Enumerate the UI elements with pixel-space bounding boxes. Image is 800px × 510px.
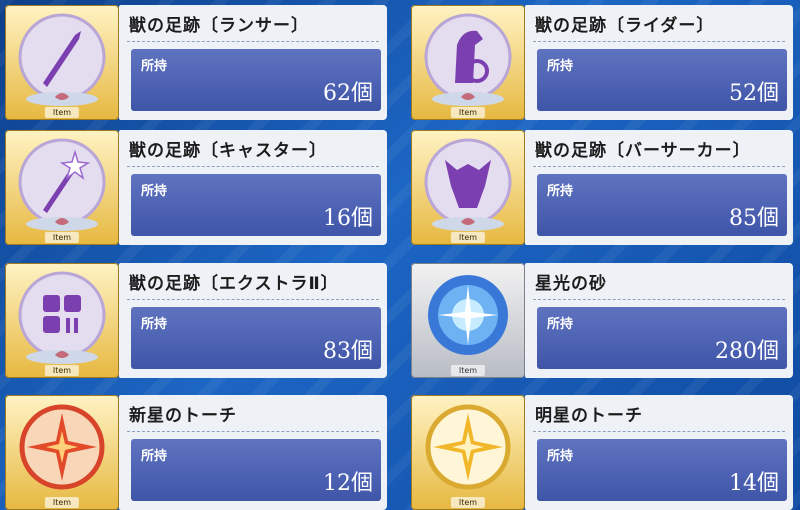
owned-count-bar: 所持 85個 bbox=[537, 174, 787, 236]
divider bbox=[533, 41, 785, 42]
owned-count-bar: 所持 12個 bbox=[131, 439, 381, 501]
item-thumbnail: Item bbox=[5, 263, 119, 378]
item-tag: Item bbox=[44, 497, 80, 508]
item-card-berserker[interactable]: Item 獣の足跡〔バーサーカー〕 所持 85個 bbox=[411, 130, 793, 245]
owned-count-bar: 所持 62個 bbox=[131, 49, 381, 111]
divider bbox=[127, 41, 379, 42]
item-name: 明星のトーチ bbox=[535, 406, 643, 426]
red-torch-icon bbox=[19, 404, 105, 490]
gold-torch-icon bbox=[425, 404, 511, 490]
item-name: 獣の足跡〔エクストラⅡ〕 bbox=[129, 274, 339, 294]
owned-count: 85個 bbox=[729, 206, 779, 231]
owned-label: 所持 bbox=[141, 184, 168, 199]
item-info-panel: 獣の足跡〔エクストラⅡ〕 所持 83個 bbox=[119, 263, 387, 378]
divider bbox=[127, 431, 379, 432]
owned-count-bar: 所持 16個 bbox=[131, 174, 381, 236]
owned-label: 所持 bbox=[547, 317, 574, 332]
owned-count: 14個 bbox=[729, 471, 779, 496]
spear-icon bbox=[18, 13, 106, 106]
owned-count: 16個 bbox=[323, 206, 373, 231]
item-name: 獣の足跡〔バーサーカー〕 bbox=[535, 141, 751, 161]
item-info-panel: 獣の足跡〔ライダー〕 所持 52個 bbox=[525, 5, 793, 120]
item-info-panel: 獣の足跡〔ランサー〕 所持 62個 bbox=[119, 5, 387, 120]
owned-count-bar: 所持 280個 bbox=[537, 307, 787, 369]
horse-icon bbox=[424, 13, 512, 106]
item-card-gold-torch[interactable]: Item 明星のトーチ 所持 14個 bbox=[411, 395, 793, 510]
item-name: 獣の足跡〔ライダー〕 bbox=[535, 16, 715, 36]
item-card-extra[interactable]: Item 獣の足跡〔エクストラⅡ〕 所持 83個 bbox=[5, 263, 387, 378]
staff-icon bbox=[18, 138, 106, 231]
divider bbox=[127, 166, 379, 167]
item-card-star-sand[interactable]: Item 星光の砂 所持 280個 bbox=[411, 263, 793, 378]
owned-label: 所持 bbox=[141, 449, 168, 464]
extra-icon bbox=[18, 271, 106, 364]
item-info-panel: 獣の足跡〔バーサーカー〕 所持 85個 bbox=[525, 130, 793, 245]
item-name: 獣の足跡〔ランサー〕 bbox=[129, 16, 309, 36]
owned-count-bar: 所持 52個 bbox=[537, 49, 787, 111]
owned-label: 所持 bbox=[547, 59, 574, 74]
item-thumbnail: Item bbox=[411, 130, 525, 245]
item-thumbnail: Item bbox=[5, 395, 119, 510]
item-tag: Item bbox=[44, 232, 80, 243]
item-card-rider[interactable]: Item 獣の足跡〔ライダー〕 所持 52個 bbox=[411, 5, 793, 120]
item-info-panel: 星光の砂 所持 280個 bbox=[525, 263, 793, 378]
divider bbox=[533, 299, 785, 300]
item-card-lancer[interactable]: Item 獣の足跡〔ランサー〕 所持 62個 bbox=[5, 5, 387, 120]
item-info-panel: 新星のトーチ 所持 12個 bbox=[119, 395, 387, 510]
divider bbox=[127, 299, 379, 300]
item-tag: Item bbox=[450, 365, 486, 376]
owned-label: 所持 bbox=[141, 59, 168, 74]
divider bbox=[533, 166, 785, 167]
owned-count: 62個 bbox=[323, 81, 373, 106]
owned-count-bar: 所持 14個 bbox=[537, 439, 787, 501]
item-tag: Item bbox=[450, 232, 486, 243]
owned-count: 52個 bbox=[729, 81, 779, 106]
item-name: 新星のトーチ bbox=[129, 406, 237, 426]
beast-icon bbox=[424, 138, 512, 231]
owned-count-bar: 所持 83個 bbox=[131, 307, 381, 369]
item-info-panel: 獣の足跡〔キャスター〕 所持 16個 bbox=[119, 130, 387, 245]
item-name: 獣の足跡〔キャスター〕 bbox=[129, 141, 327, 161]
owned-count: 12個 bbox=[323, 471, 373, 496]
item-tag: Item bbox=[44, 107, 80, 118]
owned-label: 所持 bbox=[547, 184, 574, 199]
item-thumbnail: Item bbox=[411, 5, 525, 120]
owned-count: 280個 bbox=[715, 339, 779, 364]
item-tag: Item bbox=[450, 107, 486, 118]
item-tag: Item bbox=[450, 497, 486, 508]
item-thumbnail: Item bbox=[411, 395, 525, 510]
item-name: 星光の砂 bbox=[535, 274, 607, 294]
item-thumbnail: Item bbox=[5, 130, 119, 245]
item-thumbnail: Item bbox=[5, 5, 119, 120]
owned-count: 83個 bbox=[323, 339, 373, 364]
star-sand-icon bbox=[428, 275, 508, 355]
divider bbox=[533, 431, 785, 432]
item-card-red-torch[interactable]: Item 新星のトーチ 所持 12個 bbox=[5, 395, 387, 510]
item-tag: Item bbox=[44, 365, 80, 376]
owned-label: 所持 bbox=[547, 449, 574, 464]
owned-label: 所持 bbox=[141, 317, 168, 332]
item-card-caster[interactable]: Item 獣の足跡〔キャスター〕 所持 16個 bbox=[5, 130, 387, 245]
item-thumbnail: Item bbox=[411, 263, 525, 378]
item-info-panel: 明星のトーチ 所持 14個 bbox=[525, 395, 793, 510]
